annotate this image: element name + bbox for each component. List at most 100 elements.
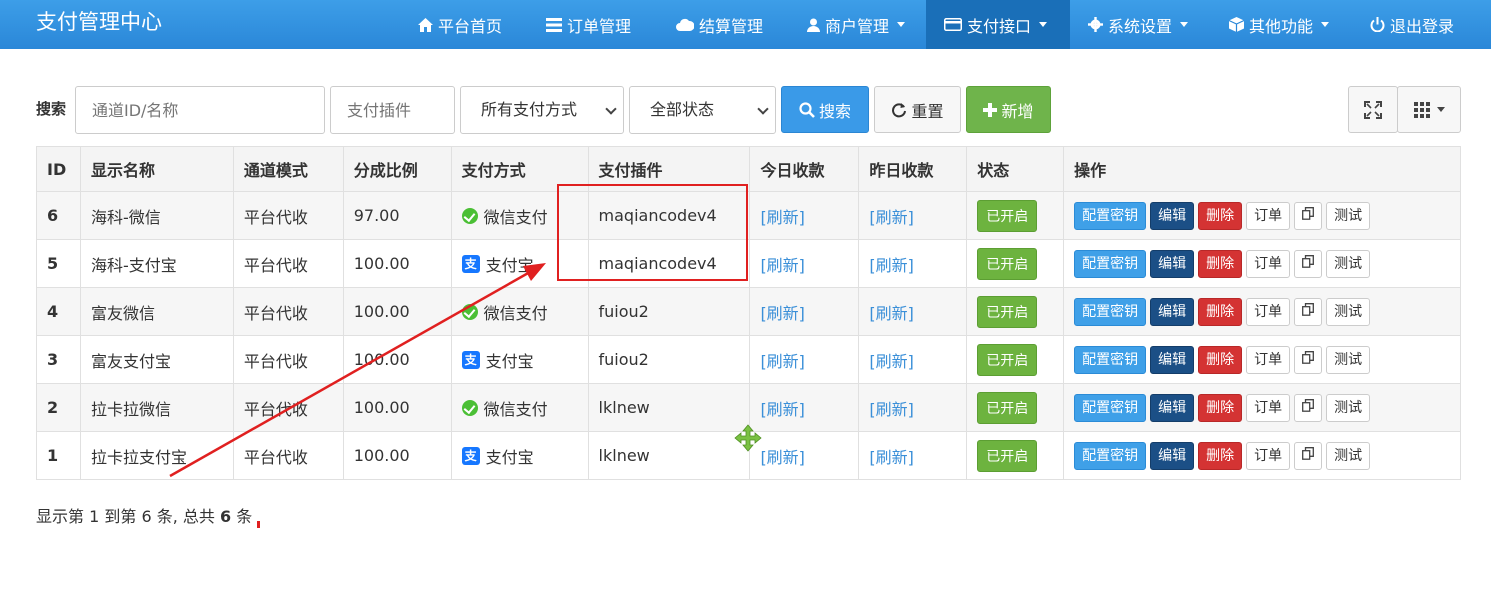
search-button[interactable]: 搜索 xyxy=(781,86,869,133)
delete-button[interactable]: 删除 xyxy=(1198,249,1243,278)
refresh-yesterday-link[interactable]: [刷新] xyxy=(869,448,914,467)
test-button[interactable]: 测试 xyxy=(1326,297,1371,326)
cell-today: [刷新] xyxy=(749,191,860,240)
refresh-yesterday-link[interactable]: [刷新] xyxy=(869,304,914,323)
orders-button[interactable]: 订单 xyxy=(1246,249,1291,278)
test-button[interactable]: 测试 xyxy=(1326,441,1371,470)
list-icon xyxy=(546,17,562,32)
config-key-button[interactable]: 配置密钥 xyxy=(1074,345,1147,374)
column-header[interactable]: 状态 xyxy=(966,146,1065,192)
orders-button[interactable]: 订单 xyxy=(1246,345,1291,374)
test-button[interactable]: 测试 xyxy=(1326,345,1371,374)
refresh-today-link[interactable]: [刷新] xyxy=(760,304,805,323)
orders-button[interactable]: 订单 xyxy=(1246,201,1291,230)
cell-mode: 平台代收 xyxy=(232,287,344,336)
channel-search-input[interactable] xyxy=(75,86,325,134)
status-toggle[interactable]: 已开启 xyxy=(977,199,1038,232)
nav-payment-interface[interactable]: 支付接口 xyxy=(926,0,1070,49)
copy-button[interactable] xyxy=(1294,345,1323,374)
edit-button[interactable]: 编辑 xyxy=(1150,201,1195,230)
table-row: 4 富友微信 平台代收 100.00 微信支付 fuiou2 [刷新] [刷新]… xyxy=(36,287,1461,336)
chevron-down-icon xyxy=(897,22,906,27)
plugin-search-input[interactable] xyxy=(330,86,455,134)
nav-system-settings[interactable]: 系统设置 xyxy=(1088,0,1189,49)
refresh-today-link[interactable]: [刷新] xyxy=(760,208,805,227)
edit-button[interactable]: 编辑 xyxy=(1150,297,1195,326)
power-icon xyxy=(1370,17,1385,32)
annotation-mark xyxy=(257,521,260,528)
delete-button[interactable]: 删除 xyxy=(1198,441,1243,470)
copy-button[interactable] xyxy=(1294,441,1323,470)
nav-settlement[interactable]: 结算管理 xyxy=(676,0,763,49)
delete-button[interactable]: 删除 xyxy=(1198,345,1243,374)
nav-label: 订单管理 xyxy=(567,16,632,36)
column-header[interactable]: 分成比例 xyxy=(342,146,452,192)
cell-name: 海科-微信 xyxy=(79,191,234,240)
orders-button[interactable]: 订单 xyxy=(1246,297,1291,326)
delete-button[interactable]: 删除 xyxy=(1198,393,1243,422)
status-toggle[interactable]: 已开启 xyxy=(977,343,1038,376)
nav-other-functions[interactable]: 其他功能 xyxy=(1229,0,1330,49)
column-header[interactable]: 昨日收款 xyxy=(858,146,968,192)
orders-button[interactable]: 订单 xyxy=(1246,393,1291,422)
table-header-row: ID 显示名称 通道模式 分成比例 支付方式 支付插件 今日收款 昨日收款 状态… xyxy=(36,146,1461,192)
config-key-button[interactable]: 配置密钥 xyxy=(1074,393,1147,422)
refresh-today-link[interactable]: [刷新] xyxy=(760,448,805,467)
status-toggle[interactable]: 已开启 xyxy=(977,391,1038,424)
columns-toggle-button[interactable] xyxy=(1397,86,1461,133)
refresh-today-link[interactable]: [刷新] xyxy=(760,352,805,371)
nav-orders[interactable]: 订单管理 xyxy=(546,0,631,49)
refresh-today-link[interactable]: [刷新] xyxy=(760,256,805,275)
test-button[interactable]: 测试 xyxy=(1326,249,1371,278)
refresh-yesterday-link[interactable]: [刷新] xyxy=(869,256,914,275)
status-toggle[interactable]: 已开启 xyxy=(977,439,1038,472)
cell-yesterday: [刷新] xyxy=(858,239,968,288)
edit-button[interactable]: 编辑 xyxy=(1150,249,1195,278)
copy-button[interactable] xyxy=(1294,297,1323,326)
refresh-yesterday-link[interactable]: [刷新] xyxy=(869,400,914,419)
cell-id: 1 xyxy=(36,431,81,480)
edit-button[interactable]: 编辑 xyxy=(1150,393,1195,422)
column-header[interactable]: 显示名称 xyxy=(79,146,234,192)
reset-button[interactable]: 重置 xyxy=(874,86,961,133)
delete-button[interactable]: 删除 xyxy=(1198,201,1243,230)
cell-status: 已开启 xyxy=(966,383,1065,432)
status-select[interactable]: 全部状态 xyxy=(629,86,776,134)
copy-button[interactable] xyxy=(1294,393,1323,422)
refresh-yesterday-link[interactable]: [刷新] xyxy=(869,352,914,371)
cell-rate: 97.00 xyxy=(342,191,452,240)
config-key-button[interactable]: 配置密钥 xyxy=(1074,297,1147,326)
refresh-yesterday-link[interactable]: [刷新] xyxy=(869,208,914,227)
orders-button[interactable]: 订单 xyxy=(1246,441,1291,470)
nav-home[interactable]: 平台首页 xyxy=(418,0,502,49)
config-key-button[interactable]: 配置密钥 xyxy=(1074,441,1147,470)
edit-button[interactable]: 编辑 xyxy=(1150,441,1195,470)
cell-rate: 100.00 xyxy=(342,287,452,336)
cell-rate: 100.00 xyxy=(342,335,452,384)
paytype-label: 微信支付 xyxy=(483,207,548,227)
column-header[interactable]: 操作 xyxy=(1063,146,1461,192)
copy-icon xyxy=(1302,350,1315,364)
cell-paytype: 支支付宝 xyxy=(450,431,589,480)
copy-button[interactable] xyxy=(1294,249,1323,278)
edit-button[interactable]: 编辑 xyxy=(1150,345,1195,374)
config-key-button[interactable]: 配置密钥 xyxy=(1074,201,1147,230)
fullscreen-button[interactable] xyxy=(1348,86,1398,133)
column-header[interactable]: ID xyxy=(36,146,81,192)
test-button[interactable]: 测试 xyxy=(1326,393,1371,422)
test-button[interactable]: 测试 xyxy=(1326,201,1371,230)
wechat-pay-icon xyxy=(461,399,478,416)
status-toggle[interactable]: 已开启 xyxy=(977,247,1038,280)
nav-merchants[interactable]: 商户管理 xyxy=(807,0,906,49)
nav-logout[interactable]: 退出登录 xyxy=(1370,0,1454,49)
column-header[interactable]: 通道模式 xyxy=(232,146,344,192)
cell-ops: 配置密钥 编辑 删除 订单 测试 xyxy=(1063,239,1461,288)
copy-button[interactable] xyxy=(1294,201,1323,230)
paytype-select[interactable]: 所有支付方式 xyxy=(460,86,624,134)
column-header[interactable]: 今日收款 xyxy=(749,146,860,192)
delete-button[interactable]: 删除 xyxy=(1198,297,1243,326)
refresh-today-link[interactable]: [刷新] xyxy=(760,400,805,419)
config-key-button[interactable]: 配置密钥 xyxy=(1074,249,1147,278)
add-button[interactable]: 新增 xyxy=(966,86,1051,133)
status-toggle[interactable]: 已开启 xyxy=(977,295,1038,328)
